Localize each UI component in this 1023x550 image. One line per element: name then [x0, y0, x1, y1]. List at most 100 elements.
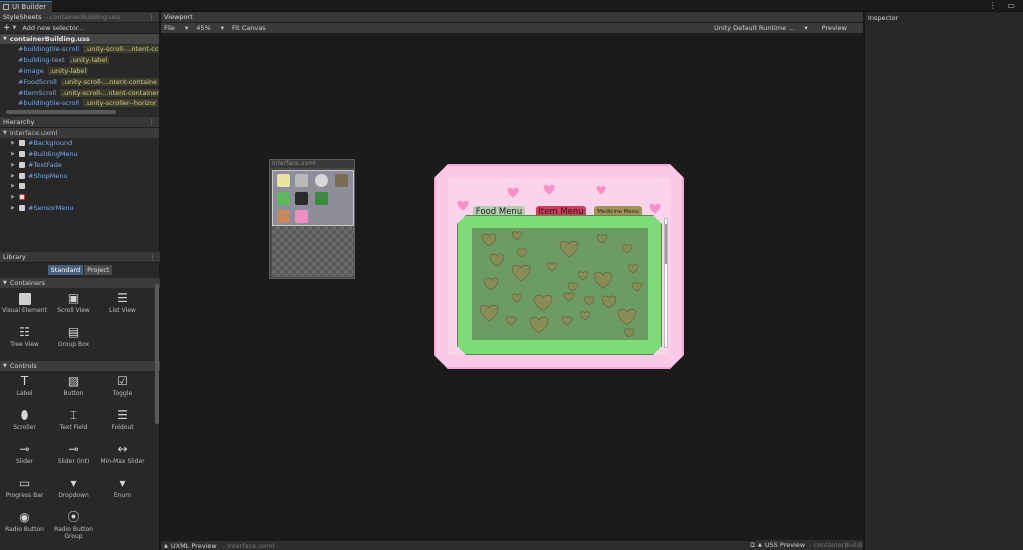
menu-vertical-scrollbar[interactable]	[664, 218, 668, 348]
fit-canvas-button[interactable]: Fit Canvas	[232, 24, 266, 32]
hierarchy-item[interactable]: ▶ #TextFade	[0, 159, 159, 170]
preview-button[interactable]: Preview	[822, 24, 847, 32]
viewport-canvas[interactable]: Interface.uxml Food Menu Item Menu Medic…	[161, 35, 863, 540]
collapse-arrow-icon[interactable]: ▶	[11, 151, 19, 157]
hierarchy-item-label: #ShopMenu	[28, 171, 68, 180]
expand-arrow-icon[interactable]: ▼	[3, 363, 7, 369]
library-header: Library ⋮	[0, 252, 160, 263]
library-item-visual-element[interactable]: Visual Element	[0, 292, 49, 326]
stylesheets-hscroll[interactable]	[0, 108, 159, 115]
hierarchy-menu-icon[interactable]: ⋮	[149, 118, 156, 126]
library-menu-icon[interactable]: ⋮	[150, 253, 157, 261]
library-item-dropdown[interactable]: ▾ Dropdown	[49, 477, 98, 511]
expand-arrow-icon[interactable]: ▲	[164, 543, 168, 549]
uss-preview-bar[interactable]: ▲ USS Preview - containerBuilding.u	[755, 540, 863, 550]
library-item-label-text: Text Field	[59, 424, 88, 431]
ui-builder-tab[interactable]: UI Builder	[0, 1, 53, 12]
selector-row[interactable]: #FoodScroll .unity-scroll-...ntent-contai…	[0, 76, 159, 87]
collapse-arrow-icon[interactable]: ▶	[11, 194, 19, 200]
expand-arrow-icon[interactable]: ▼	[3, 130, 7, 136]
hierarchy-title: Hierarchy	[3, 117, 35, 126]
library-item-progress-bar[interactable]: ▭ Progress Bar	[0, 477, 49, 511]
stylesheet-file-name: containerBuilding.uss	[9, 35, 90, 43]
scrollbar-thumb[interactable]	[665, 224, 667, 264]
library-item-label-text: Min-Max Slider	[100, 458, 145, 465]
containers-category[interactable]: ▼ Containers	[0, 278, 160, 288]
hierarchy-item[interactable]: ▶	[0, 192, 159, 203]
inspector-panel: Inspector	[864, 12, 1023, 550]
library-scrollbar[interactable]	[155, 284, 159, 424]
hierarchy-item[interactable]: ▶ #SensorMenu	[0, 203, 159, 214]
add-stylesheet-icon[interactable]: +	[3, 23, 11, 33]
selector-row[interactable]: #building-text .unity-label	[0, 55, 159, 66]
library-item-button[interactable]: ▨ Button	[49, 375, 98, 409]
expand-arrow-icon[interactable]: ▼	[3, 36, 7, 42]
library-item-slider[interactable]: ⊸ Slider	[0, 443, 49, 477]
foldout-icon: ☰	[117, 408, 128, 422]
chevron-down-icon[interactable]: ▼	[13, 25, 17, 31]
selector-row[interactable]: #buildingtile-scroll .unity-scroller--hor…	[0, 98, 159, 109]
library-item-radio-button-group[interactable]: ⦿ Radio Button Group	[49, 511, 98, 545]
enum-icon: ▾	[119, 476, 126, 490]
library-item-scroller[interactable]: ⬮ Scroller	[0, 409, 49, 443]
collapse-arrow-icon[interactable]: ▶	[11, 183, 19, 189]
zoom-dropdown[interactable]: 45% ▾	[196, 24, 224, 32]
hierarchy-item[interactable]: ▶ #Background	[0, 138, 159, 149]
window-menu-icon[interactable]: ⋮ ▭	[989, 1, 1019, 10]
hierarchy-item[interactable]: ▶	[0, 181, 159, 192]
toggle-icon: ☑	[117, 374, 128, 388]
library-item-radio-button[interactable]: ◉ Radio Button	[0, 511, 49, 545]
hierarchy-file-row[interactable]: ▼ Interface.uxml	[0, 127, 159, 138]
selector-list: #buildingtile-scroll .unity-scroll-...nte…	[0, 44, 159, 109]
library-item-tree-view[interactable]: ☷ Tree View	[0, 326, 49, 360]
menu-preview-frame[interactable]: Food Menu Item Menu Medicine Menu	[434, 164, 684, 369]
stylesheets-subtitle: - containerBuilding.uss	[45, 13, 121, 21]
library-item-slider-int[interactable]: ⊸ Slider (Int)	[49, 443, 98, 477]
stylesheet-file-row[interactable]: ▼ containerBuilding.uss	[0, 34, 159, 44]
collapse-arrow-icon[interactable]: ▶	[11, 205, 19, 211]
uss-preview-file: - containerBuilding.u	[809, 541, 863, 549]
add-selector-field[interactable]: Add new selector...	[22, 24, 84, 32]
library-item-label-text: Scroller	[13, 424, 36, 431]
selector-row[interactable]: #buildingtile-scroll .unity-scroll-...nte…	[0, 44, 159, 55]
expand-arrow-icon[interactable]: ▲	[758, 542, 762, 548]
interface-canvas[interactable]: Interface.uxml	[269, 159, 355, 279]
theme-dropdown[interactable]: Unity Default Runtime ... ▾	[714, 24, 808, 32]
visual-element-icon	[19, 161, 25, 168]
collapse-arrow-icon[interactable]: ▶	[11, 140, 19, 146]
library-item-list-view[interactable]: ☰ List View	[98, 292, 147, 326]
selector-row[interactable]: #image .unity-label	[0, 66, 159, 77]
library-title: Library	[3, 253, 26, 261]
expand-arrow-icon[interactable]: ▼	[3, 280, 7, 286]
canvas-empty-area	[272, 226, 354, 277]
hierarchy-header: Hierarchy ⋮	[0, 116, 159, 128]
library-item-label: Scroll View	[57, 307, 90, 314]
library-item-enum[interactable]: ▾ Enum	[98, 477, 147, 511]
library-item-text-field[interactable]: ⌶ Text Field	[49, 409, 98, 443]
library-item-min-max-slider[interactable]: ↔ Min-Max Slider	[98, 443, 147, 477]
radio-button-icon: ◉	[19, 510, 30, 524]
tab-standard[interactable]: Standard	[47, 265, 84, 275]
library-item-label-text: Radio Button Group	[54, 526, 93, 540]
library-item-label[interactable]: T Label	[0, 375, 49, 409]
sprite-icon	[277, 192, 290, 205]
selector-row[interactable]: #ItemScroll .unity-scroll-...ntent-contai…	[0, 87, 159, 98]
file-menu-button[interactable]: File ▾	[164, 24, 188, 32]
library-item-toggle[interactable]: ☑ Toggle	[98, 375, 147, 409]
stylesheets-title: StyleSheets	[3, 13, 42, 21]
selector-class-pill: .unity-scroll-...ntent-cc	[83, 45, 159, 54]
library-item-foldout[interactable]: ☰ Foldout	[98, 409, 147, 443]
library-tabs: Standard Project	[0, 263, 160, 277]
library-item-group-box[interactable]: ▤ Group Box	[49, 326, 98, 360]
tab-project[interactable]: Project	[84, 265, 113, 275]
menu-content-area[interactable]	[472, 228, 648, 340]
stylesheets-menu-icon[interactable]: ⋮	[149, 13, 156, 21]
canvas-sprite-area[interactable]	[272, 170, 354, 226]
library-item-scroll-view[interactable]: ▣ Scroll View	[49, 292, 98, 326]
collapse-arrow-icon[interactable]: ▶	[11, 173, 19, 179]
inspector-title: Inspector	[868, 13, 899, 22]
hierarchy-item[interactable]: ▶ #ShopMenu	[0, 170, 159, 181]
controls-category[interactable]: ▼ Controls	[0, 361, 160, 371]
collapse-arrow-icon[interactable]: ▶	[11, 162, 19, 168]
hierarchy-item[interactable]: ▶ #BuildingMenu	[0, 149, 159, 160]
